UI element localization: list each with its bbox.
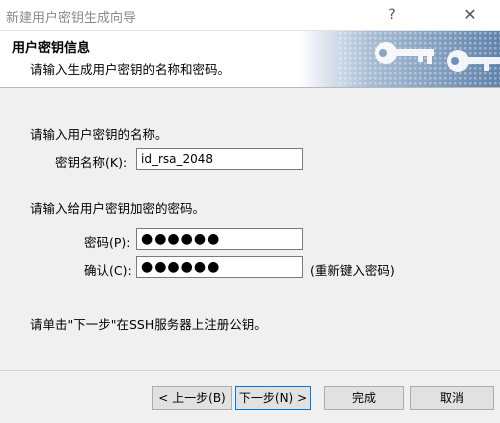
wizard-content: 请输入用户密钥的名称。 密钥名称(K): id_rsa_2048 请输入给用户密… (0, 88, 500, 378)
finish-button[interactable]: 完成 (324, 386, 404, 410)
back-button[interactable]: < 上一步(B) (152, 386, 232, 410)
key-name-prompt: 请输入用户密钥的名称。 (30, 127, 168, 142)
confirm-input[interactable]: ●●●●●● (136, 256, 303, 278)
register-note: 请单击"下一步"在SSH服务器上注册公钥。 (30, 317, 267, 332)
confirm-label: 确认(C): (84, 263, 132, 278)
reenter-hint: (重新键入密码) (310, 263, 395, 278)
cancel-button[interactable]: 取消 (410, 386, 494, 410)
help-button[interactable]: ? (370, 0, 414, 30)
password-input[interactable]: ●●●●●● (136, 228, 303, 250)
header-title: 用户密钥信息 (12, 41, 91, 56)
wizard-header: 用户密钥信息 请输入生成用户密钥的名称和密码。 (0, 31, 500, 88)
keys-banner-icon (298, 31, 500, 87)
next-button[interactable]: 下一步(N) > (235, 386, 311, 410)
footer-divider (0, 370, 500, 371)
password-label: 密码(P): (84, 235, 131, 250)
window-title: 新建用户密钥生成向导 (6, 11, 137, 26)
password-prompt: 请输入给用户密钥加密的密码。 (30, 201, 206, 216)
close-button[interactable]: ✕ (448, 0, 492, 30)
key-name-label: 密钥名称(K): (55, 155, 128, 170)
header-subtitle: 请输入生成用户密钥的名称和密码。 (30, 62, 231, 77)
title-bar: 新建用户密钥生成向导 ? ✕ (0, 0, 500, 31)
key-name-input[interactable]: id_rsa_2048 (136, 148, 303, 170)
